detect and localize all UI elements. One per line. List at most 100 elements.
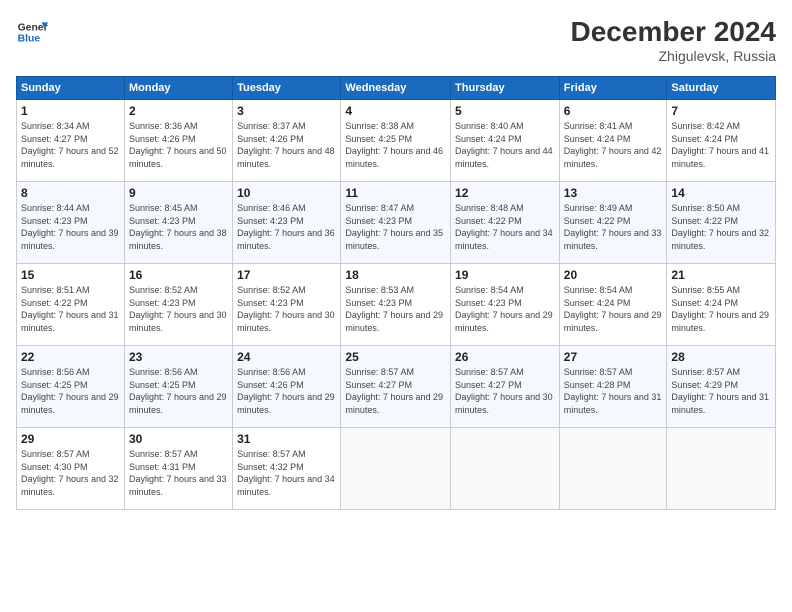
day-number: 27 [564,350,663,364]
calendar-cell: 10 Sunrise: 8:46 AMSunset: 4:23 PMDaylig… [233,182,341,264]
day-detail: Sunrise: 8:40 AMSunset: 4:24 PMDaylight:… [455,120,555,170]
day-detail: Sunrise: 8:57 AMSunset: 4:29 PMDaylight:… [671,366,771,416]
day-detail: Sunrise: 8:56 AMSunset: 4:26 PMDaylight:… [237,366,336,416]
logo: General Blue [16,16,48,48]
calendar-cell: 22 Sunrise: 8:56 AMSunset: 4:25 PMDaylig… [17,346,125,428]
day-detail: Sunrise: 8:49 AMSunset: 4:22 PMDaylight:… [564,202,663,252]
day-number: 18 [345,268,446,282]
month-title: December 2024 [571,16,776,48]
day-detail: Sunrise: 8:42 AMSunset: 4:24 PMDaylight:… [671,120,771,170]
calendar-table: Sunday Monday Tuesday Wednesday Thursday… [16,76,776,510]
day-detail: Sunrise: 8:57 AMSunset: 4:30 PMDaylight:… [21,448,120,498]
calendar-cell: 19 Sunrise: 8:54 AMSunset: 4:23 PMDaylig… [451,264,560,346]
calendar-cell: 29 Sunrise: 8:57 AMSunset: 4:30 PMDaylig… [17,428,125,510]
calendar-cell: 30 Sunrise: 8:57 AMSunset: 4:31 PMDaylig… [124,428,232,510]
day-number: 13 [564,186,663,200]
day-number: 9 [129,186,228,200]
calendar-cell: 16 Sunrise: 8:52 AMSunset: 4:23 PMDaylig… [124,264,232,346]
day-detail: Sunrise: 8:55 AMSunset: 4:24 PMDaylight:… [671,284,771,334]
day-number: 22 [21,350,120,364]
day-number: 31 [237,432,336,446]
calendar-cell [451,428,560,510]
day-detail: Sunrise: 8:53 AMSunset: 4:23 PMDaylight:… [345,284,446,334]
calendar-cell: 23 Sunrise: 8:56 AMSunset: 4:25 PMDaylig… [124,346,232,428]
day-number: 30 [129,432,228,446]
day-detail: Sunrise: 8:57 AMSunset: 4:32 PMDaylight:… [237,448,336,498]
day-detail: Sunrise: 8:34 AMSunset: 4:27 PMDaylight:… [21,120,120,170]
day-detail: Sunrise: 8:54 AMSunset: 4:23 PMDaylight:… [455,284,555,334]
day-detail: Sunrise: 8:57 AMSunset: 4:31 PMDaylight:… [129,448,228,498]
calendar-week-1: 8 Sunrise: 8:44 AMSunset: 4:23 PMDayligh… [17,182,776,264]
calendar-week-0: 1 Sunrise: 8:34 AMSunset: 4:27 PMDayligh… [17,100,776,182]
calendar-cell: 17 Sunrise: 8:52 AMSunset: 4:23 PMDaylig… [233,264,341,346]
day-number: 16 [129,268,228,282]
calendar-cell: 5 Sunrise: 8:40 AMSunset: 4:24 PMDayligh… [451,100,560,182]
calendar-cell: 11 Sunrise: 8:47 AMSunset: 4:23 PMDaylig… [341,182,451,264]
day-detail: Sunrise: 8:46 AMSunset: 4:23 PMDaylight:… [237,202,336,252]
calendar-cell: 26 Sunrise: 8:57 AMSunset: 4:27 PMDaylig… [451,346,560,428]
day-detail: Sunrise: 8:57 AMSunset: 4:27 PMDaylight:… [345,366,446,416]
day-detail: Sunrise: 8:52 AMSunset: 4:23 PMDaylight:… [237,284,336,334]
day-number: 20 [564,268,663,282]
calendar-cell: 24 Sunrise: 8:56 AMSunset: 4:26 PMDaylig… [233,346,341,428]
col-monday: Monday [124,77,232,100]
day-detail: Sunrise: 8:41 AMSunset: 4:24 PMDaylight:… [564,120,663,170]
col-friday: Friday [559,77,667,100]
day-number: 28 [671,350,771,364]
day-number: 26 [455,350,555,364]
day-number: 29 [21,432,120,446]
col-sunday: Sunday [17,77,125,100]
day-detail: Sunrise: 8:45 AMSunset: 4:23 PMDaylight:… [129,202,228,252]
day-detail: Sunrise: 8:56 AMSunset: 4:25 PMDaylight:… [129,366,228,416]
calendar-cell: 3 Sunrise: 8:37 AMSunset: 4:26 PMDayligh… [233,100,341,182]
day-number: 1 [21,104,120,118]
calendar-cell [667,428,776,510]
calendar-cell [559,428,667,510]
day-number: 2 [129,104,228,118]
col-wednesday: Wednesday [341,77,451,100]
day-detail: Sunrise: 8:52 AMSunset: 4:23 PMDaylight:… [129,284,228,334]
day-number: 3 [237,104,336,118]
col-saturday: Saturday [667,77,776,100]
day-number: 23 [129,350,228,364]
day-detail: Sunrise: 8:36 AMSunset: 4:26 PMDaylight:… [129,120,228,170]
calendar-cell: 12 Sunrise: 8:48 AMSunset: 4:22 PMDaylig… [451,182,560,264]
calendar-cell: 2 Sunrise: 8:36 AMSunset: 4:26 PMDayligh… [124,100,232,182]
day-number: 21 [671,268,771,282]
header: General Blue December 2024 Zhigulevsk, R… [16,16,776,64]
day-number: 11 [345,186,446,200]
day-number: 25 [345,350,446,364]
day-number: 5 [455,104,555,118]
day-number: 10 [237,186,336,200]
day-detail: Sunrise: 8:47 AMSunset: 4:23 PMDaylight:… [345,202,446,252]
calendar-week-4: 29 Sunrise: 8:57 AMSunset: 4:30 PMDaylig… [17,428,776,510]
calendar-cell: 20 Sunrise: 8:54 AMSunset: 4:24 PMDaylig… [559,264,667,346]
day-number: 14 [671,186,771,200]
calendar-cell: 18 Sunrise: 8:53 AMSunset: 4:23 PMDaylig… [341,264,451,346]
day-detail: Sunrise: 8:37 AMSunset: 4:26 PMDaylight:… [237,120,336,170]
col-thursday: Thursday [451,77,560,100]
day-detail: Sunrise: 8:38 AMSunset: 4:25 PMDaylight:… [345,120,446,170]
day-detail: Sunrise: 8:54 AMSunset: 4:24 PMDaylight:… [564,284,663,334]
day-detail: Sunrise: 8:48 AMSunset: 4:22 PMDaylight:… [455,202,555,252]
calendar-cell: 7 Sunrise: 8:42 AMSunset: 4:24 PMDayligh… [667,100,776,182]
calendar-cell: 4 Sunrise: 8:38 AMSunset: 4:25 PMDayligh… [341,100,451,182]
day-detail: Sunrise: 8:44 AMSunset: 4:23 PMDaylight:… [21,202,120,252]
calendar-cell [341,428,451,510]
day-number: 15 [21,268,120,282]
page: General Blue December 2024 Zhigulevsk, R… [0,0,792,612]
calendar-cell: 14 Sunrise: 8:50 AMSunset: 4:22 PMDaylig… [667,182,776,264]
col-tuesday: Tuesday [233,77,341,100]
header-row: Sunday Monday Tuesday Wednesday Thursday… [17,77,776,100]
logo-icon: General Blue [16,16,48,48]
day-number: 12 [455,186,555,200]
calendar-cell: 15 Sunrise: 8:51 AMSunset: 4:22 PMDaylig… [17,264,125,346]
calendar-cell: 1 Sunrise: 8:34 AMSunset: 4:27 PMDayligh… [17,100,125,182]
svg-text:Blue: Blue [18,34,41,45]
day-detail: Sunrise: 8:51 AMSunset: 4:22 PMDaylight:… [21,284,120,334]
calendar-cell: 9 Sunrise: 8:45 AMSunset: 4:23 PMDayligh… [124,182,232,264]
day-detail: Sunrise: 8:56 AMSunset: 4:25 PMDaylight:… [21,366,120,416]
day-detail: Sunrise: 8:57 AMSunset: 4:28 PMDaylight:… [564,366,663,416]
day-number: 6 [564,104,663,118]
calendar-cell: 31 Sunrise: 8:57 AMSunset: 4:32 PMDaylig… [233,428,341,510]
